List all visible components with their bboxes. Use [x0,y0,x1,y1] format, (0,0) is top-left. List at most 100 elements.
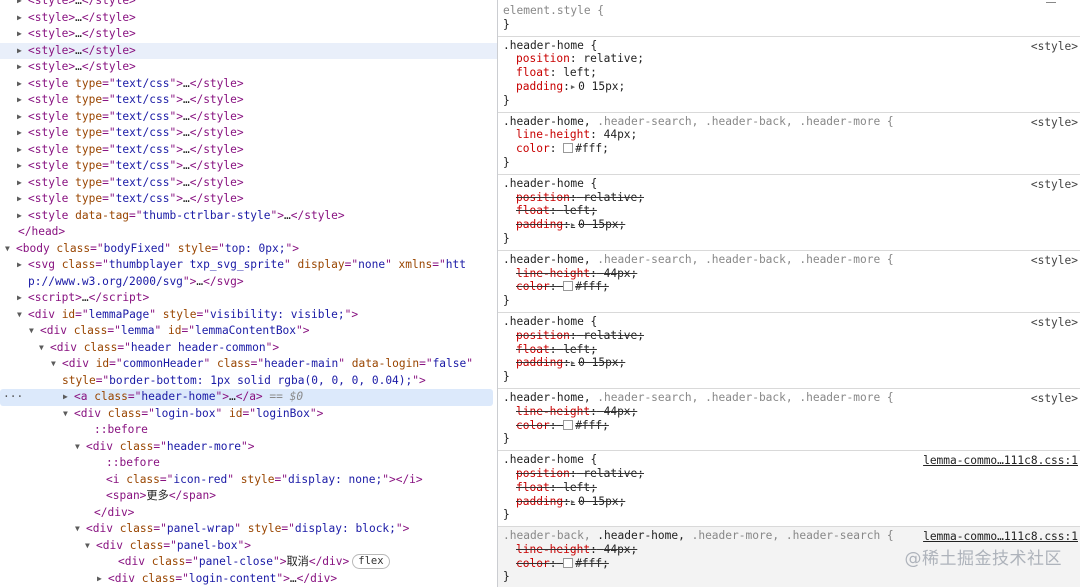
tree-node[interactable]: ▼ <div class="lemma" id="lemmaContentBox"… [0,323,497,340]
tree-node[interactable]: ▼ <div id="lemmaPage" style="visibility: … [0,307,497,324]
stylesheet-link[interactable]: lemma-commo…111c8.css:1 [923,530,1078,543]
node-actions-icon[interactable]: ··· [3,389,23,406]
node-markup[interactable]: <style>…</style> [28,27,136,40]
node-markup[interactable]: </div> [94,506,134,519]
collapse-triangle-icon[interactable]: ▼ [39,340,50,357]
node-markup[interactable]: <div id="commonHeader" class="header-mai… [62,357,473,370]
declaration-line-height-overridden[interactable]: line-height: 44px; [503,405,1080,419]
declaration-position[interactable]: position: relative; [503,52,1080,66]
declaration-line-height-overridden[interactable]: line-height: 44px; [503,267,1080,281]
styles-pane[interactable]: element.style { } <style> .header-home {… [498,0,1080,587]
tree-node[interactable]: ▼ <div class="panel-wrap" style="display:… [0,521,497,538]
tree-node-selected[interactable]: ··· ▶ <a class="header-home">…</a> == $0 [0,389,493,406]
expand-triangle-icon[interactable]: ▶ [571,498,575,506]
expand-triangle-icon[interactable]: ▶ [17,0,28,10]
tree-node[interactable]: ::before [0,455,497,472]
node-markup[interactable]: <div class="lemma" id="lemmaContentBox"> [40,324,310,337]
rule-origin[interactable]: <style> [1031,254,1078,267]
color-swatch-icon[interactable] [563,143,574,154]
declaration-color-overridden[interactable]: color: #fff; [503,280,1080,294]
tree-node[interactable]: ▶ <style type="text/css">…</style> [0,125,497,142]
node-markup[interactable]: <body class="bodyFixed" style="top: 0px;… [16,242,299,255]
rule-origin[interactable]: <style> [1031,178,1078,191]
node-markup[interactable]: <style type="text/css">…</style> [28,192,244,205]
tree-node[interactable]: <span>更多</span> [0,488,497,505]
rule-header-combo-3[interactable]: <style> .header-home, .header-search, .h… [498,389,1080,452]
expand-triangle-icon[interactable]: ▶ [97,571,108,587]
node-markup[interactable]: <style type="text/css">…</style> [28,77,244,90]
node-markup[interactable]: <div class="panel-box"> [96,539,251,552]
expand-triangle-icon[interactable]: ▶ [17,158,28,175]
expand-triangle-icon[interactable]: ▶ [571,83,575,91]
collapse-triangle-icon[interactable]: ▼ [63,406,74,423]
stylesheet-link[interactable]: lemma-commo…111c8.css:1 [923,454,1078,467]
declaration-color-overridden[interactable]: color: #fff; [503,419,1080,433]
tree-node[interactable]: ▶ <style>…</style> [0,0,497,10]
selector[interactable]: .header-home, [503,253,591,266]
expand-triangle-icon[interactable]: ▶ [571,221,575,229]
expand-triangle-icon[interactable]: ▶ [17,142,28,159]
node-markup[interactable]: <style>…</style> [28,44,136,57]
rule-origin[interactable]: <style> [1031,40,1078,53]
declaration-color[interactable]: color: #fff; [503,142,1080,156]
declaration-position-overridden[interactable]: position: relative; [503,329,1080,343]
color-swatch-icon[interactable] [563,557,574,568]
collapse-triangle-icon[interactable]: ▼ [75,521,86,538]
tree-node[interactable]: ▶ <style>…</style> [0,42,497,60]
tree-node[interactable]: ▼ <div class="login-box" id="loginBox"> [0,406,497,423]
rule-origin[interactable]: <style> [1031,116,1078,129]
selector[interactable]: .header-home, [503,115,591,128]
tree-node[interactable]: ▶ <style data-tag="thumb-ctrlbar-style">…… [0,208,497,225]
declaration-padding-overridden[interactable]: padding:▶ 0 15px; [503,218,1080,232]
expand-triangle-icon[interactable]: ▶ [17,43,28,60]
node-markup[interactable]: <div class="login-content">…</div> [108,572,337,585]
node-markup[interactable]: <style type="text/css">…</style> [28,110,244,123]
tree-node[interactable]: ▶ <style>…</style> [0,59,497,76]
tree-node[interactable]: p://www.w3.org/2000/svg">…</svg> [0,274,497,291]
declaration-line-height[interactable]: line-height: 44px; [503,128,1080,142]
node-markup[interactable]: <script>…</script> [28,291,149,304]
node-markup[interactable]: <style>…</style> [28,60,136,73]
expand-triangle-icon[interactable]: ▶ [63,389,74,406]
tree-node[interactable]: ▶ <style type="text/css">…</style> [0,175,497,192]
declaration-position-overridden[interactable]: position: relative; [503,191,1080,205]
expand-triangle-icon[interactable]: ▶ [17,175,28,192]
selector[interactable]: .header-home { [503,177,597,190]
expand-triangle-icon[interactable]: ▶ [571,359,575,367]
node-markup[interactable]: ::before [94,423,148,436]
selector[interactable]: .header-home { [503,453,597,466]
expand-triangle-icon[interactable]: ▶ [17,59,28,76]
rule-element-style[interactable]: element.style { } [498,0,1080,37]
tree-node[interactable]: ▶ <style type="text/css">…</style> [0,76,497,93]
tree-node[interactable]: ▶ <script>…</script> [0,290,497,307]
node-markup[interactable]: <style type="text/css">…</style> [28,176,244,189]
tree-node[interactable]: ::before [0,422,497,439]
expand-triangle-icon[interactable]: ▶ [17,109,28,126]
tree-node[interactable]: ▶ <style type="text/css">…</style> [0,158,497,175]
node-markup[interactable]: style="border-bottom: 1px solid rgba(0, … [62,374,426,387]
node-markup[interactable]: <div id="lemmaPage" style="visibility: v… [28,308,358,321]
tree-node[interactable]: <i class="icon-red" style="display: none… [0,472,497,489]
expand-triangle-icon[interactable]: ▶ [17,26,28,43]
node-markup[interactable]: </head> [18,225,65,238]
tree-node[interactable]: ▶ <div class="login-content">…</div> [0,571,497,587]
rule-header-home-stylesheet[interactable]: lemma-commo…111c8.css:1 .header-home { p… [498,451,1080,528]
tree-node[interactable]: ▶ <svg class="thumbplayer txp_svg_sprite"… [0,257,497,274]
collapse-triangle-icon[interactable]: ▼ [17,307,28,324]
collapse-triangle-icon[interactable]: ▼ [29,323,40,340]
elements-tree-panel[interactable]: ▶ <style>…</style> ▶ <style>…</style> ▶ <styl… [0,0,497,587]
tree-node[interactable]: ▼ <div class="header-more"> [0,439,497,456]
rule-header-combo-2[interactable]: <style> .header-home, .header-search, .h… [498,251,1080,313]
tree-node[interactable]: ▶ <style>…</style> [0,26,497,43]
rule-origin[interactable]: <style> [1031,392,1078,405]
tree-node[interactable]: ▶ <style type="text/css">…</style> [0,191,497,208]
selector[interactable]: .header-home, [503,391,591,404]
node-markup[interactable]: <style>…</style> [28,11,136,24]
declaration-float-overridden[interactable]: float: left; [503,481,1080,495]
tree-node[interactable]: ▼ <div class="header header-common"> [0,340,497,357]
node-markup[interactable]: <div class="header-more"> [86,440,254,453]
selector[interactable]: .header-home, [591,529,685,542]
node-markup[interactable]: <style type="text/css">…</style> [28,143,244,156]
selector[interactable]: .header-home { [503,39,597,52]
node-markup[interactable]: <div class="panel-wrap" style="display: … [86,522,409,535]
